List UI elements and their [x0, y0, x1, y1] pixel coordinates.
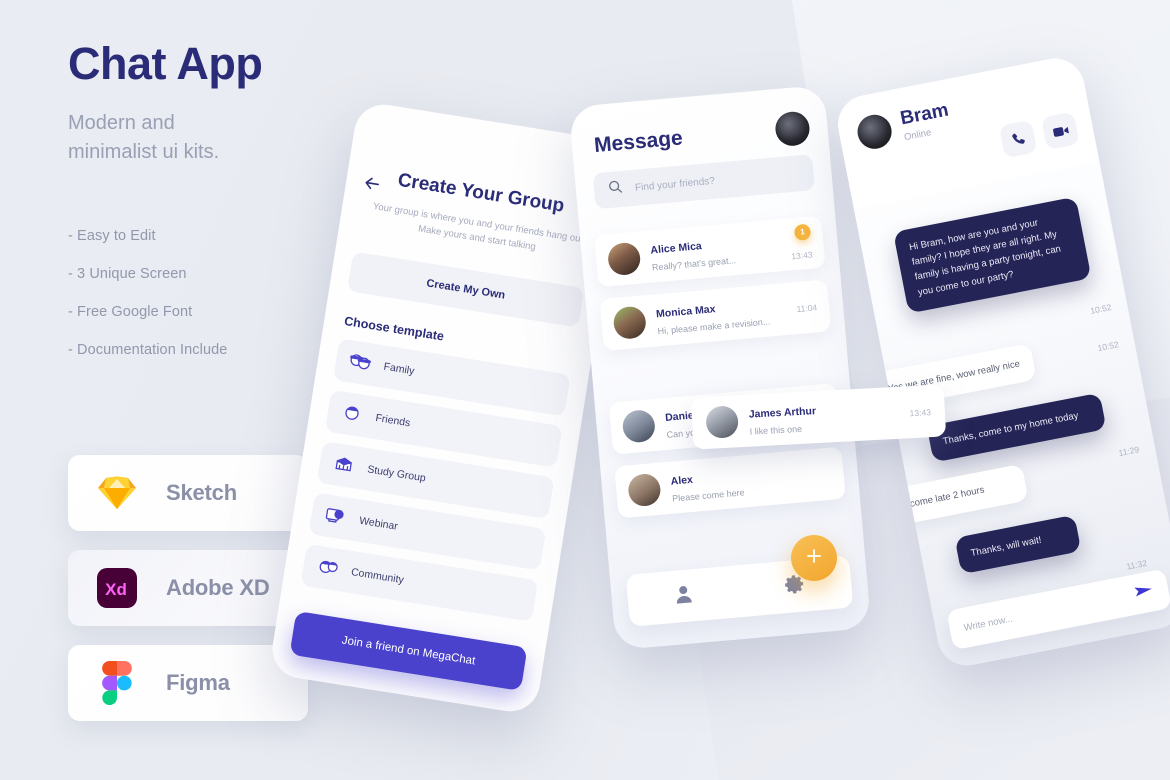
chat-time: 13:43 — [790, 249, 813, 261]
feature-item: - 3 Unique Screen — [68, 266, 187, 282]
chat-list-item[interactable]: Monica Max Hi, please make a revision...… — [599, 279, 832, 352]
send-arrow-icon[interactable] — [1133, 581, 1157, 605]
template-item-label: Friends — [374, 412, 412, 430]
message-input-placeholder: Write now... — [962, 613, 1014, 634]
feature-item: - Easy to Edit — [68, 228, 156, 244]
chat-name: Monica Max — [655, 303, 716, 321]
sketch-logo-icon — [94, 470, 140, 516]
chat-preview: I like this one — [749, 423, 803, 437]
chat-list-item[interactable]: Alex Please come here — [614, 446, 846, 519]
hero-subtitle: Modern and minimalist ui kits. — [68, 109, 368, 167]
chat-name: Alice Mica — [650, 240, 703, 257]
chat-bubble-time: 10:52 — [1089, 301, 1113, 316]
chat-bubble-time: 11:32 — [1125, 557, 1148, 572]
presentation-canvas: Chat App Modern and minimalist ui kits. … — [0, 0, 1170, 780]
study-group-icon — [330, 450, 358, 480]
avatar — [705, 405, 739, 439]
avatar — [612, 305, 648, 341]
chat-list: Alice Mica Really? that's great... 1 13:… — [594, 215, 847, 531]
figma-logo-icon — [94, 660, 140, 706]
chat-name: James Arthur — [748, 405, 817, 421]
chat-bubble-outgoing: Thanks, come to my home today — [926, 392, 1107, 463]
chat-list-item[interactable]: Alice Mica Really? that's great... 1 13:… — [594, 215, 826, 288]
contact-avatar — [854, 111, 895, 152]
feature-item: - Free Google Font — [68, 304, 193, 320]
avatar — [606, 241, 642, 277]
page-title: Chat App — [68, 38, 263, 89]
template-item-label: Study Group — [366, 463, 427, 485]
avatar[interactable] — [774, 110, 811, 148]
friends-group-icon — [338, 399, 366, 429]
avatar — [627, 472, 662, 508]
format-card-list: Sketch Xd Adobe XD Figma — [68, 455, 308, 740]
chat-time: 13:43 — [909, 407, 932, 419]
chat-preview: Please come here — [671, 487, 745, 504]
phone-call-icon[interactable] — [998, 119, 1038, 159]
add-chat-fab-button[interactable] — [791, 535, 837, 581]
create-my-own-button[interactable]: Create My Own — [347, 251, 585, 328]
search-input[interactable]: Find your friends? — [592, 154, 815, 210]
adobe-xd-logo-icon: Xd — [94, 565, 140, 611]
phone-create-group-screen: Create Your Group Your group is where yo… — [268, 100, 626, 716]
chat-bubble-time: 10:52 — [1096, 339, 1120, 354]
message-title: Message — [593, 126, 684, 158]
avatar — [621, 408, 657, 444]
template-item-label: Webinar — [358, 514, 399, 533]
webinar-icon — [322, 502, 350, 532]
search-icon — [607, 179, 624, 200]
template-item-label: Community — [350, 566, 405, 587]
hero-subtitle-line1: Modern and — [68, 112, 175, 135]
message-header: Message — [593, 110, 811, 163]
family-group-icon — [346, 348, 374, 378]
chat-time: 11:04 — [796, 302, 818, 315]
chat-bubble-outgoing: Thanks, will wait! — [954, 514, 1082, 575]
format-card-figma[interactable]: Figma — [68, 645, 308, 721]
format-card-label: Figma — [166, 670, 230, 695]
chat-name: Alex — [670, 473, 694, 488]
format-card-sketch[interactable]: Sketch — [68, 455, 308, 531]
chat-bubble-time: 11:29 — [1117, 444, 1140, 459]
status-badge: 1 — [793, 223, 812, 241]
format-card-label: Sketch — [166, 480, 237, 505]
search-placeholder: Find your friends? — [634, 175, 716, 194]
hero-subtitle-line2: minimalist ui kits. — [68, 141, 220, 164]
template-item-label: Family — [382, 360, 416, 378]
plus-icon — [804, 546, 824, 571]
chat-bubble-outgoing: Hi Bram, how are you and your family? I … — [893, 196, 1092, 314]
person-icon[interactable] — [672, 582, 696, 611]
format-card-label: Adobe XD — [166, 575, 270, 600]
svg-text:Xd: Xd — [105, 580, 127, 599]
video-camera-icon[interactable] — [1040, 111, 1080, 151]
community-icon — [313, 553, 341, 583]
format-card-adobe-xd[interactable]: Xd Adobe XD — [68, 550, 308, 626]
hero-block: Chat App Modern and minimalist ui kits. — [68, 40, 368, 167]
choose-template-heading: Choose template — [343, 313, 445, 344]
template-list: Family Friends Study Group Webinar Commu… — [299, 338, 571, 631]
